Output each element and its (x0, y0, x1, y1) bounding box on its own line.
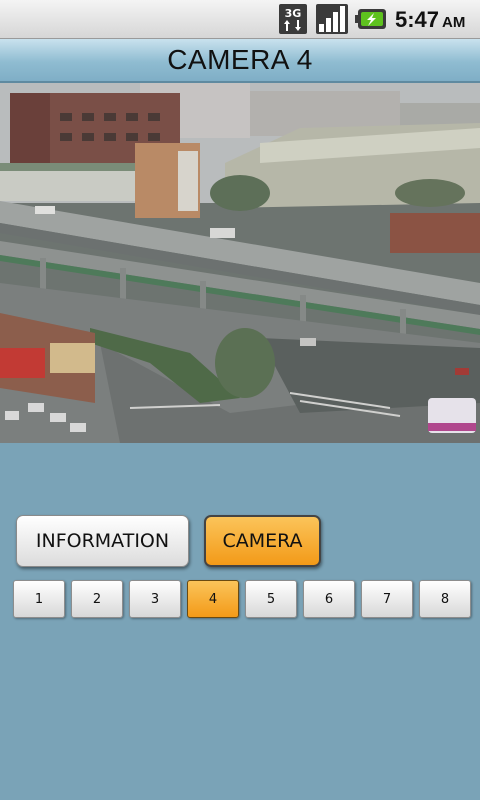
camera-button[interactable]: CAMERA (204, 515, 321, 567)
camera-1-label: 1 (34, 591, 44, 607)
camera-8-button[interactable]: 8 (419, 580, 471, 618)
camera-2-button[interactable]: 2 (71, 580, 123, 618)
camera-4-button[interactable]: 4 (187, 580, 239, 618)
page-title: CAMERA 4 (167, 44, 313, 75)
camera-1-button[interactable]: 1 (13, 580, 65, 618)
camera-6-label: 6 (324, 591, 334, 607)
battery-charging-icon (355, 9, 386, 29)
clock-ampm: AM (442, 14, 466, 31)
signal-strength-icon (316, 4, 348, 34)
camera-8-label: 8 (440, 591, 450, 607)
camera-7-label: 7 (382, 591, 392, 607)
svg-text:3G: 3G (285, 7, 302, 20)
status-clock: 5:47 AM (395, 4, 465, 34)
camera-3-button[interactable]: 3 (129, 580, 181, 618)
camera-5-button[interactable]: 5 (245, 580, 297, 618)
title-bar: CAMERA 4 (0, 39, 480, 83)
camera-feed-image (0, 83, 480, 443)
status-bar: 3G 5:47 AM (0, 0, 480, 39)
information-button-label: INFORMATION (35, 530, 170, 552)
camera-7-button[interactable]: 7 (361, 580, 413, 618)
clock-time: 5:47 (395, 7, 440, 32)
camera-button-label: CAMERA (222, 530, 303, 552)
3g-data-icon: 3G (279, 4, 307, 34)
camera-6-button[interactable]: 6 (303, 580, 355, 618)
camera-selector: 1 2 3 4 5 6 7 8 (13, 580, 473, 620)
camera-4-label: 4 (208, 591, 218, 607)
camera-3-label: 3 (150, 591, 160, 607)
camera-2-label: 2 (92, 591, 102, 607)
camera-5-label: 5 (266, 591, 276, 607)
information-button[interactable]: INFORMATION (16, 515, 189, 567)
